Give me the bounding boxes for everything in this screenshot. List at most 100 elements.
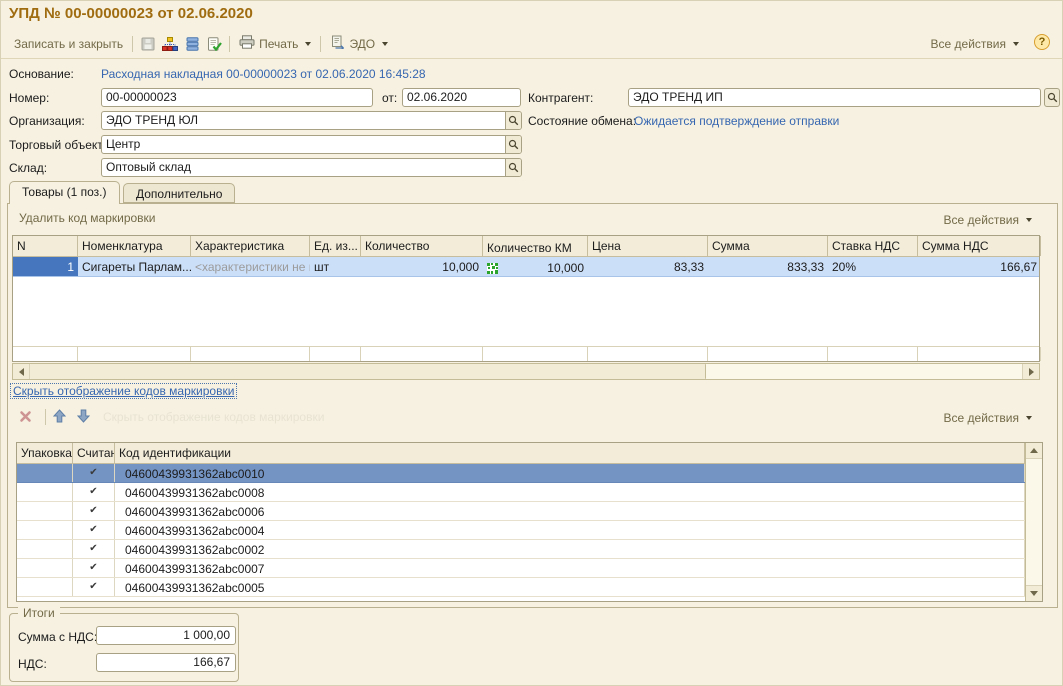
warehouse-value: Оптовый склад xyxy=(102,159,505,176)
totals-group-label: Итоги xyxy=(18,606,60,620)
number-field[interactable]: 00-00000023 xyxy=(101,88,373,107)
table-row[interactable]: 1 Сигареты Парлам... <характеристики не … xyxy=(13,257,1039,277)
marking-code-row[interactable]: ✔ 04600439931362abc0010 xyxy=(17,464,1025,483)
all-actions-label: Все действия xyxy=(944,213,1019,227)
organization-field[interactable]: ЭДО ТРЕНД ЮЛ xyxy=(101,111,522,130)
organization-lookup-button[interactable] xyxy=(505,112,521,129)
column-header[interactable]: Сумма НДС xyxy=(918,236,1041,256)
marking-table-vscrollbar[interactable] xyxy=(1025,443,1042,601)
column-header[interactable]: Цена xyxy=(588,236,708,256)
goods-table: N Номенклатура Характеристика Ед. из... … xyxy=(12,235,1040,362)
scanned-check-icon: ✔ xyxy=(73,540,115,558)
column-header[interactable]: Количество КМ xyxy=(483,236,588,256)
all-actions-button-marking[interactable]: Все действия xyxy=(939,409,1037,427)
sum-with-vat-label: Сумма с НДС: xyxy=(18,630,97,644)
marking-code-row[interactable]: ✔ 04600439931362abc0005 xyxy=(17,578,1025,597)
vat-sum-cell: 166,67 xyxy=(918,257,1041,276)
post-document-icon[interactable] xyxy=(203,34,225,54)
marking-code-row[interactable]: ✔ 04600439931362abc0007 xyxy=(17,559,1025,578)
goods-table-header: N Номенклатура Характеристика Ед. из... … xyxy=(13,236,1039,257)
identification-code-cell: 04600439931362abc0007 xyxy=(115,559,1025,577)
identification-code-cell: 04600439931362abc0005 xyxy=(115,578,1025,596)
column-header[interactable]: Упаковка xyxy=(17,443,73,463)
marking-code-row[interactable]: ✔ 04600439931362abc0008 xyxy=(17,483,1025,502)
journal-icon[interactable] xyxy=(181,34,203,54)
print-label: Печать xyxy=(259,37,298,51)
sum-with-vat-field[interactable]: 1 000,00 xyxy=(96,626,236,645)
tab-goods[interactable]: Товары (1 поз.) xyxy=(9,181,120,204)
arrow-up-icon xyxy=(1030,448,1038,453)
scanned-check-icon: ✔ xyxy=(73,483,115,501)
column-header[interactable]: Характеристика xyxy=(191,236,310,256)
basis-link[interactable]: Расходная накладная 00-00000023 от 02.06… xyxy=(101,67,426,81)
basis-label: Основание: xyxy=(9,67,74,81)
tab-additional[interactable]: Дополнительно xyxy=(123,183,235,203)
date-label: от: xyxy=(382,91,397,105)
column-header[interactable]: Номенклатура xyxy=(78,236,191,256)
delete-row-icon[interactable] xyxy=(14,406,36,426)
arrow-left-icon xyxy=(19,368,24,376)
toolbar-separator xyxy=(229,36,230,52)
marking-code-row[interactable]: ✔ 04600439931362abc0002 xyxy=(17,540,1025,559)
chevron-down-icon xyxy=(1026,218,1032,222)
help-button[interactable]: ? xyxy=(1034,34,1050,50)
delete-marking-code-button[interactable]: Удалить код маркировки xyxy=(14,209,161,227)
column-header[interactable]: Ед. из... xyxy=(310,236,361,256)
command-bar: Записать и закрыть Печать xyxy=(1,29,1062,59)
column-header[interactable]: Считан xyxy=(73,443,115,463)
nomenclature-cell: Сигареты Парлам... xyxy=(78,257,191,276)
goods-tab-panel: Удалить код маркировки Все действия N Но… xyxy=(7,203,1058,608)
column-header[interactable]: Сумма xyxy=(708,236,828,256)
vat-label: НДС: xyxy=(18,657,47,671)
move-up-icon[interactable] xyxy=(48,406,70,426)
marking-table-header: Упаковка Считан Код идентификации xyxy=(17,443,1025,464)
column-header[interactable]: Код идентификации xyxy=(115,443,1025,463)
marking-code-row[interactable]: ✔ 04600439931362abc0006 xyxy=(17,502,1025,521)
trade-object-lookup-button[interactable] xyxy=(505,136,521,153)
print-button[interactable]: Печать xyxy=(234,33,316,54)
save-close-button[interactable]: Записать и закрыть xyxy=(9,35,128,53)
date-field[interactable]: 02.06.2020 xyxy=(402,88,521,107)
move-down-icon[interactable] xyxy=(72,406,94,426)
scrollbar-thumb[interactable] xyxy=(30,364,706,379)
number-value: 00-00000023 xyxy=(102,89,372,106)
price-cell: 83,33 xyxy=(588,257,708,276)
structure-icon[interactable] xyxy=(159,34,181,54)
chevron-down-icon xyxy=(382,42,388,46)
exchange-state-link[interactable]: Ожидается подтверждение отправки xyxy=(634,114,839,128)
magnifier-icon xyxy=(508,115,519,126)
column-header[interactable]: Ставка НДС xyxy=(828,236,918,256)
save-icon[interactable] xyxy=(137,34,159,54)
warehouse-field[interactable]: Оптовый склад xyxy=(101,158,522,177)
column-header[interactable]: Количество xyxy=(361,236,483,256)
scroll-up-button[interactable] xyxy=(1026,443,1042,459)
goods-table-hscrollbar[interactable] xyxy=(12,363,1040,380)
toggle-marking-codes-link[interactable]: Скрыть отображение кодов маркировки xyxy=(11,384,236,398)
counterparty-lookup-button[interactable] xyxy=(1044,88,1060,107)
trade-object-field[interactable]: Центр xyxy=(101,135,522,154)
scroll-right-button[interactable] xyxy=(1022,364,1039,379)
all-actions-button-main[interactable]: Все действия xyxy=(926,35,1024,53)
date-value: 02.06.2020 xyxy=(403,89,520,106)
vat-field[interactable]: 166,67 xyxy=(96,653,236,672)
vat-rate-cell: 20% xyxy=(828,257,918,276)
identification-code-cell: 04600439931362abc0010 xyxy=(115,464,1025,482)
scroll-left-button[interactable] xyxy=(13,364,30,379)
counterparty-field[interactable]: ЭДО ТРЕНД ИП xyxy=(628,88,1041,107)
quantity-cell: 10,000 xyxy=(361,257,483,276)
column-header[interactable]: N xyxy=(13,236,78,256)
scanned-check-icon: ✔ xyxy=(73,559,115,577)
chevron-down-icon xyxy=(305,42,311,46)
unit-cell: шт xyxy=(310,257,361,276)
marking-code-row[interactable]: ✔ 04600439931362abc0004 xyxy=(17,521,1025,540)
ghost-text: Скрыть отображение кодов маркировки xyxy=(103,410,324,424)
identification-code-cell: 04600439931362abc0004 xyxy=(115,521,1025,539)
scroll-down-button[interactable] xyxy=(1026,585,1042,601)
edo-button[interactable]: ЭДО xyxy=(325,33,393,54)
trade-object-label: Торговый объект: xyxy=(9,138,106,152)
all-actions-label: Все действия xyxy=(931,37,1006,51)
organization-value: ЭДО ТРЕНД ЮЛ xyxy=(102,112,505,129)
all-actions-button-goods[interactable]: Все действия xyxy=(939,211,1037,229)
goods-table-empty-area xyxy=(13,277,1039,346)
warehouse-lookup-button[interactable] xyxy=(505,159,521,176)
